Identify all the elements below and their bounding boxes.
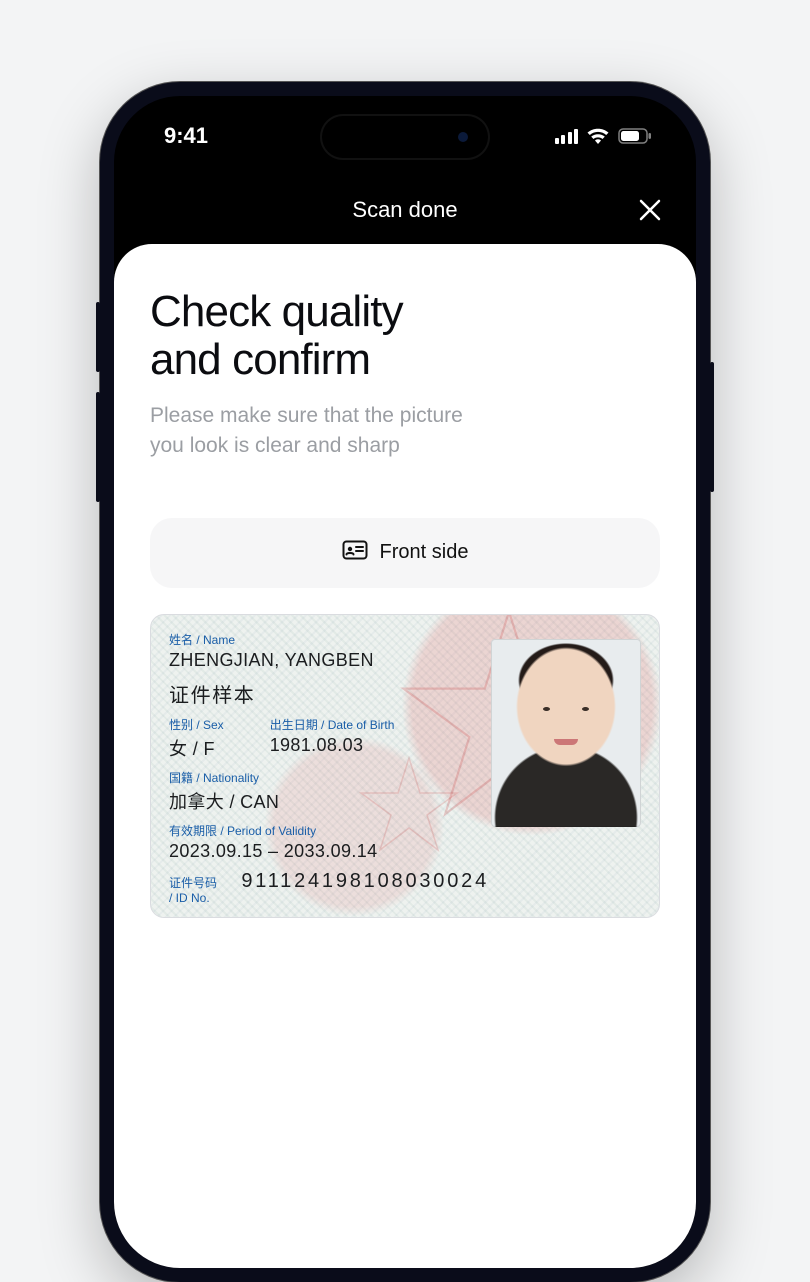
id-dob-value: 1981.08.03 <box>270 735 395 756</box>
id-card-icon <box>342 540 368 566</box>
content-sheet: Check quality and confirm Please make su… <box>114 244 696 1268</box>
id-nationality-value: 加拿大 / CAN <box>169 788 489 814</box>
headline-line-2: and confirm <box>150 335 370 384</box>
id-name-value: ZHENGJIAN, YANGBEN <box>169 650 489 671</box>
id-nationality-label: 国籍 / Nationality <box>169 769 489 786</box>
close-icon <box>636 196 664 224</box>
battery-icon <box>618 128 652 144</box>
cellular-signal-icon <box>555 128 579 144</box>
id-number-value: 911124198108030024 <box>241 870 489 893</box>
dynamic-island <box>320 114 490 160</box>
subtext-line-1: Please make sure that the picture <box>150 404 463 427</box>
nav-title: Scan done <box>352 197 457 223</box>
phone-screen: 9:41 <box>114 96 696 1268</box>
id-sex-value: 女 / F <box>169 735 224 761</box>
id-number-label: 证件号码 / ID No. <box>169 874 223 905</box>
subtext-line-2: you look is clear and sharp <box>150 434 400 457</box>
id-photo <box>491 639 641 827</box>
id-validity-label: 有效期限 / Period of Validity <box>169 822 489 839</box>
headline-line-1: Check quality <box>150 287 403 336</box>
status-right-cluster <box>555 127 653 145</box>
page-subtext: Please make sure that the picture you lo… <box>150 401 660 462</box>
id-name-cjk: 证件样本 <box>169 679 489 708</box>
close-button[interactable] <box>636 196 664 224</box>
id-name-label: 姓名 / Name <box>169 631 489 648</box>
nav-bar: Scan done <box>114 176 696 244</box>
id-card-preview[interactable]: 姓名 / Name ZHENGJIAN, YANGBEN 证件样本 性别 / S… <box>150 614 660 918</box>
phone-side-button <box>710 362 714 492</box>
id-dob-label: 出生日期 / Date of Birth <box>270 716 395 733</box>
wifi-icon <box>586 127 610 145</box>
id-sex-label: 性别 / Sex <box>169 716 224 733</box>
page-headline: Check quality and confirm <box>150 288 660 385</box>
id-validity-value: 2023.09.15 – 2033.09.14 <box>169 841 489 862</box>
side-indicator-label: Front side <box>380 541 469 564</box>
status-time: 9:41 <box>164 123 208 149</box>
phone-frame: 9:41 <box>100 82 710 1282</box>
side-indicator-chip[interactable]: Front side <box>150 518 660 588</box>
